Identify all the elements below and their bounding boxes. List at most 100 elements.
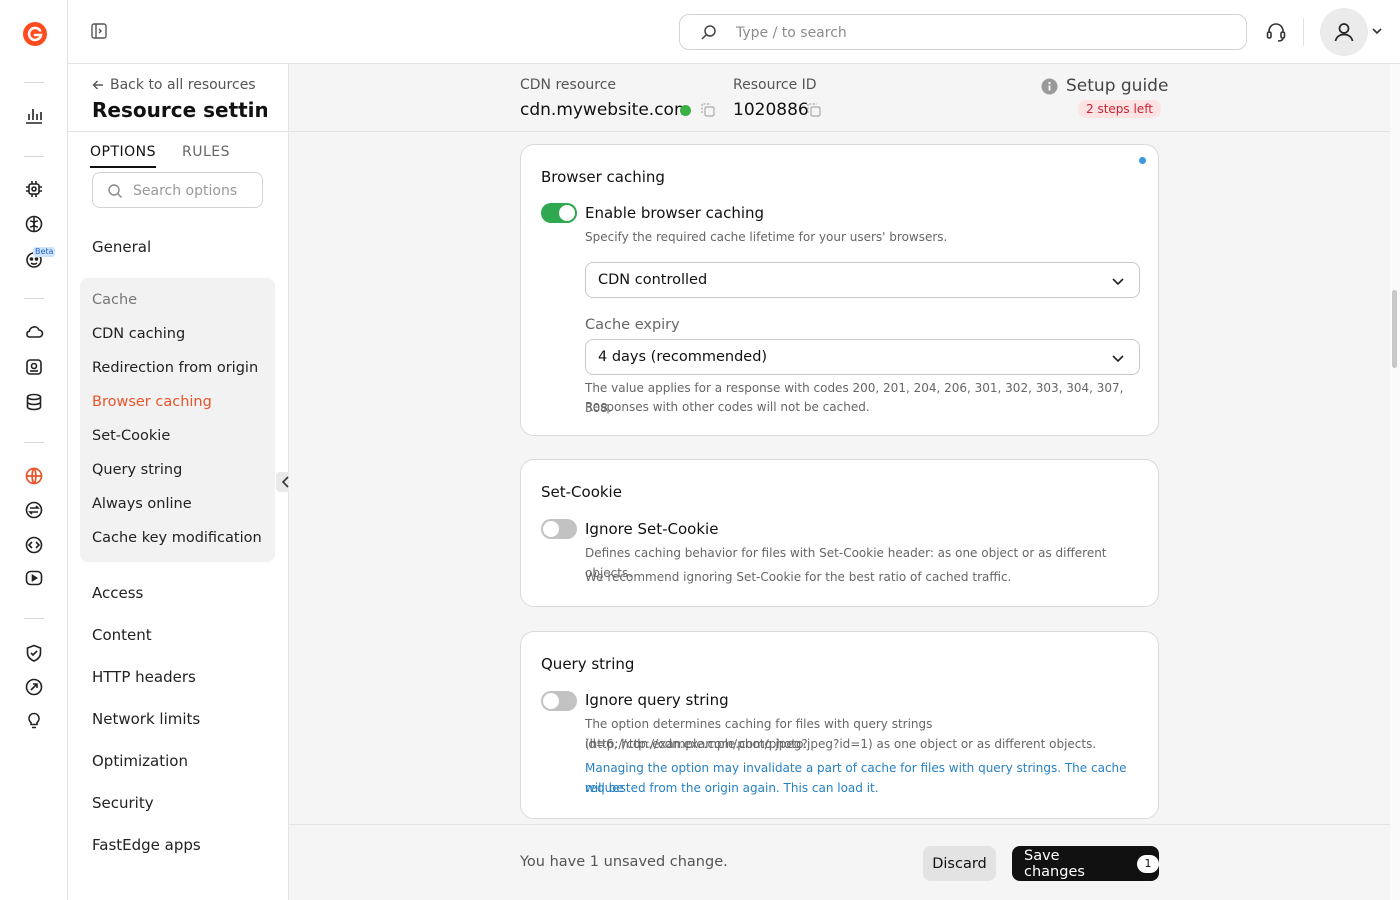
topbar-divider bbox=[1303, 18, 1304, 46]
scrollbar[interactable] bbox=[1390, 64, 1400, 900]
nav-item-network-limits[interactable]: Network limits bbox=[92, 710, 200, 728]
arrow-left-icon bbox=[92, 80, 103, 90]
headset-icon[interactable] bbox=[1264, 20, 1288, 44]
cache-expiry-select[interactable]: 4 days (recommended) bbox=[585, 339, 1140, 375]
cache-group-header[interactable]: Cache bbox=[92, 292, 137, 308]
steps-left-badge: 2 steps left bbox=[1078, 100, 1161, 118]
save-changes-button[interactable]: Save changes 1 bbox=[1012, 846, 1159, 881]
nav-item-http-headers[interactable]: HTTP headers bbox=[92, 668, 196, 686]
info-icon bbox=[1041, 78, 1058, 94]
ignore-set-cookie-toggle[interactable] bbox=[541, 519, 577, 539]
sidebar-toggle-icon[interactable] bbox=[90, 22, 110, 42]
cache-mode-select[interactable]: CDN controlled bbox=[585, 262, 1140, 298]
copy-icon[interactable] bbox=[701, 103, 715, 117]
scrollbar-thumb[interactable] bbox=[1392, 290, 1397, 368]
unsaved-status: You have 1 unsaved change. bbox=[520, 854, 728, 870]
gcore-logo[interactable] bbox=[22, 21, 48, 47]
changes-count-badge: 1 bbox=[1137, 854, 1159, 873]
top-bar: Type / to search bbox=[68, 0, 1400, 64]
ignore-query-string-toggle[interactable] bbox=[541, 691, 577, 711]
resource-id-label: Resource ID bbox=[733, 77, 817, 93]
page-title: Resource settin... bbox=[92, 98, 267, 122]
setup-guide-link[interactable]: Setup guide bbox=[1041, 76, 1168, 96]
nav-item-access[interactable]: Access bbox=[92, 584, 143, 602]
database-icon[interactable] bbox=[22, 390, 46, 414]
nav-item-cache-key-modification[interactable]: Cache key modification bbox=[92, 530, 262, 546]
server-icon[interactable] bbox=[22, 355, 46, 379]
warning-text: requested from the origin again. This ca… bbox=[585, 781, 879, 795]
toggle-label: Enable browser caching bbox=[585, 204, 765, 222]
field-label: Cache expiry bbox=[585, 317, 680, 333]
toggle-label: Ignore query string bbox=[585, 691, 729, 709]
chart-icon[interactable] bbox=[22, 103, 46, 127]
expiry-note: Responses with other codes will not be c… bbox=[585, 400, 870, 414]
nav-item-browser-caching[interactable]: Browser caching bbox=[92, 394, 212, 410]
tab-rules[interactable]: RULES bbox=[182, 144, 230, 168]
copy-icon[interactable] bbox=[807, 103, 821, 117]
options-search-input[interactable]: Search options bbox=[92, 172, 263, 208]
avatar[interactable] bbox=[1320, 8, 1368, 56]
card-title: Set-Cookie bbox=[541, 483, 622, 501]
shield-icon[interactable] bbox=[22, 641, 46, 665]
resource-header: CDN resource cdn.mywebsite.com Resource … bbox=[289, 64, 1390, 132]
cdn-globe-icon[interactable] bbox=[22, 464, 46, 488]
cache-group bbox=[80, 278, 275, 562]
main-content: Browser caching Enable browser caching S… bbox=[289, 132, 1390, 824]
search-icon bbox=[700, 24, 718, 46]
left-rail: Beta bbox=[0, 0, 68, 900]
nav-item-set-cookie[interactable]: Set-Cookie bbox=[92, 428, 170, 444]
tab-options[interactable]: OPTIONS bbox=[90, 144, 157, 168]
code-icon[interactable] bbox=[22, 533, 46, 557]
nav-item-content[interactable]: Content bbox=[92, 626, 152, 644]
video-icon[interactable] bbox=[22, 566, 46, 590]
transfer-icon[interactable] bbox=[22, 498, 46, 522]
back-link-label: Back to all resources bbox=[110, 77, 256, 93]
setup-guide-label: Setup guide bbox=[1066, 76, 1169, 96]
card-description: We recommend ignoring Set-Cookie for the… bbox=[585, 570, 1012, 584]
card-title: Browser caching bbox=[541, 168, 665, 186]
lightbulb-icon[interactable] bbox=[22, 709, 46, 733]
status-dot bbox=[680, 105, 691, 116]
select-value: 4 days (recommended) bbox=[598, 349, 768, 365]
nav-item-security[interactable]: Security bbox=[92, 794, 154, 812]
options-search-placeholder: Search options bbox=[133, 183, 238, 199]
nav-item-query-string[interactable]: Query string bbox=[92, 462, 182, 478]
save-button-label: Save changes bbox=[1024, 847, 1085, 880]
nav-item-always-online[interactable]: Always online bbox=[92, 496, 192, 512]
brain-icon[interactable] bbox=[22, 212, 46, 236]
discard-button[interactable]: Discard bbox=[923, 846, 996, 881]
divider bbox=[68, 131, 289, 132]
chip-icon[interactable] bbox=[22, 177, 46, 201]
chevron-down-icon bbox=[1112, 355, 1124, 363]
cdn-resource-label: CDN resource bbox=[520, 77, 617, 93]
nav-item-fastedge-apps[interactable]: FastEdge apps bbox=[92, 836, 201, 854]
nav-item-optimization[interactable]: Optimization bbox=[92, 752, 188, 770]
back-link[interactable]: Back to all resources bbox=[92, 77, 256, 93]
settings-sidebar: Back to all resources Resource settin...… bbox=[68, 64, 289, 900]
toggle-label: Ignore Set-Cookie bbox=[585, 520, 719, 538]
browser-caching-card: Browser caching Enable browser caching S… bbox=[520, 144, 1159, 436]
chevron-down-icon[interactable] bbox=[1370, 24, 1384, 42]
dns-icon[interactable] bbox=[22, 675, 46, 699]
beta-badge: Beta bbox=[33, 247, 56, 257]
nav-item-general[interactable]: General bbox=[92, 238, 151, 256]
card-description: Specify the required cache lifetime for … bbox=[585, 230, 948, 244]
save-footer: You have 1 unsaved change. Discard Save … bbox=[289, 824, 1390, 900]
browser-caching-toggle[interactable] bbox=[541, 203, 577, 223]
card-title: Query string bbox=[541, 655, 635, 673]
changed-indicator bbox=[1139, 157, 1146, 164]
nav-item-cdn-caching[interactable]: CDN caching bbox=[92, 326, 185, 342]
global-search-input[interactable]: Type / to search bbox=[679, 14, 1247, 50]
card-description: id=6, http://cdn.example.com/photo.jpeg?… bbox=[585, 737, 1097, 751]
cloud-icon[interactable] bbox=[22, 320, 46, 344]
query-string-card: Query string Ignore query string The opt… bbox=[520, 631, 1159, 819]
search-icon bbox=[107, 183, 123, 203]
nav-item-redirection-from-origin[interactable]: Redirection from origin bbox=[92, 360, 258, 376]
resource-id-value: 1020886 bbox=[733, 100, 809, 120]
set-cookie-card: Set-Cookie Ignore Set-Cookie Defines cac… bbox=[520, 459, 1159, 607]
search-placeholder: Type / to search bbox=[736, 25, 847, 41]
select-value: CDN controlled bbox=[598, 272, 708, 288]
panel-tabs: OPTIONS RULES bbox=[90, 144, 230, 168]
cdn-resource-value: cdn.mywebsite.com bbox=[520, 100, 691, 120]
chevron-down-icon bbox=[1112, 278, 1124, 286]
